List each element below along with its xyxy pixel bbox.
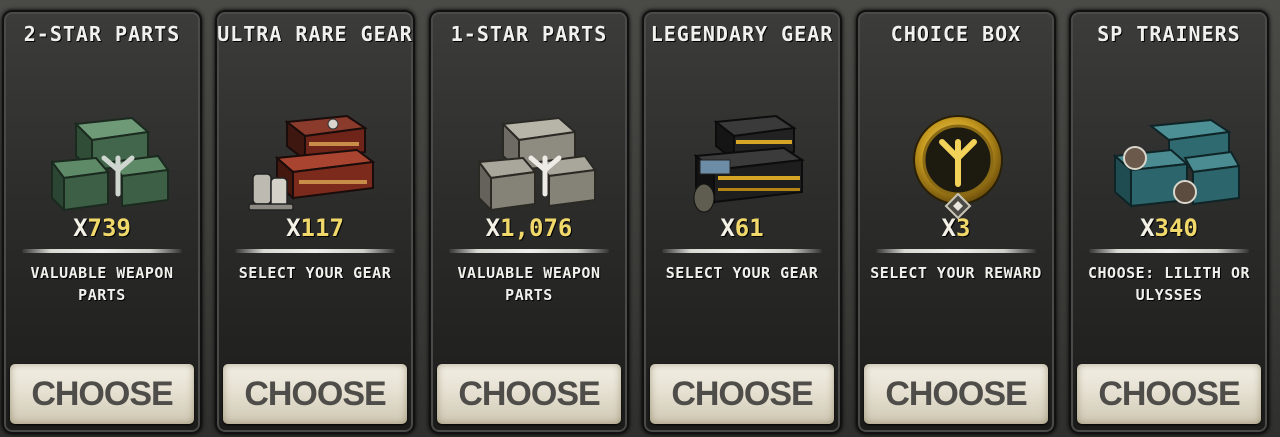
gold-choice-medallion-icon bbox=[888, 112, 1028, 222]
card-title: 2-STAR PARTS bbox=[23, 22, 181, 46]
reward-count: X3 bbox=[941, 214, 971, 242]
card-title: 1-STAR PARTS bbox=[450, 22, 608, 46]
card-title: SP TRAINERS bbox=[1097, 22, 1241, 46]
choose-button[interactable]: CHOOSE bbox=[223, 364, 407, 424]
choose-button[interactable]: CHOOSE bbox=[650, 364, 834, 424]
card-description: SELECT YOUR REWARD bbox=[870, 264, 1042, 282]
reward-card-ultra-rare-gear: ULTRA RARE GEAR X117 SELECT YOUR GEAR CH… bbox=[215, 10, 415, 434]
choose-button[interactable]: CHOOSE bbox=[1077, 364, 1261, 424]
divider bbox=[235, 249, 395, 253]
reward-count: X61 bbox=[720, 214, 764, 242]
gold-gear-case-icon bbox=[674, 112, 814, 222]
card-title: CHOICE BOX bbox=[890, 22, 1022, 46]
card-description: CHOOSE: LILITH OR ULYSSES bbox=[1087, 264, 1251, 304]
divider bbox=[876, 249, 1036, 253]
red-gear-case-icon bbox=[247, 112, 387, 222]
reward-count: X739 bbox=[73, 214, 131, 242]
card-description: VALUABLE WEAPON PARTS bbox=[30, 264, 174, 304]
green-crate-stack-icon bbox=[34, 112, 174, 222]
reward-count: X117 bbox=[286, 214, 344, 242]
teal-trainer-crates-icon bbox=[1101, 112, 1241, 222]
grey-crate-stack-icon bbox=[461, 112, 601, 222]
card-title: ULTRA RARE GEAR bbox=[217, 22, 413, 46]
card-title: LEGENDARY GEAR bbox=[650, 22, 834, 46]
reward-card-1-star-parts: 1-STAR PARTS X1,076 VALUABLE WEAPON PART… bbox=[429, 10, 629, 434]
divider bbox=[22, 249, 182, 253]
choose-button[interactable]: CHOOSE bbox=[864, 364, 1048, 424]
reward-card-2-star-parts: 2-STAR PARTS X739 VALUABLE WEAPON PARTS … bbox=[2, 10, 202, 434]
card-description: VALUABLE WEAPON PARTS bbox=[457, 264, 601, 304]
reward-card-sp-trainers: SP TRAINERS X340 CHOOSE: LILITH OR ULYSS… bbox=[1069, 10, 1269, 434]
divider bbox=[1089, 249, 1249, 253]
divider bbox=[662, 249, 822, 253]
divider bbox=[449, 249, 609, 253]
reward-count: X340 bbox=[1140, 214, 1198, 242]
choose-button[interactable]: CHOOSE bbox=[437, 364, 621, 424]
reward-card-legendary-gear: LEGENDARY GEAR X61 SELECT YOUR GEAR CHOO… bbox=[642, 10, 842, 434]
reward-count: X1,076 bbox=[485, 214, 573, 242]
reward-card-choice-box: CHOICE BOX X3 SELECT YOUR REWARD CHOOSE bbox=[856, 10, 1056, 434]
choose-button[interactable]: CHOOSE bbox=[10, 364, 194, 424]
card-description: SELECT YOUR GEAR bbox=[238, 264, 392, 282]
reward-choice-row: 2-STAR PARTS X739 VALUABLE WEAPON PARTS … bbox=[0, 0, 1280, 437]
card-description: SELECT YOUR GEAR bbox=[665, 264, 819, 282]
